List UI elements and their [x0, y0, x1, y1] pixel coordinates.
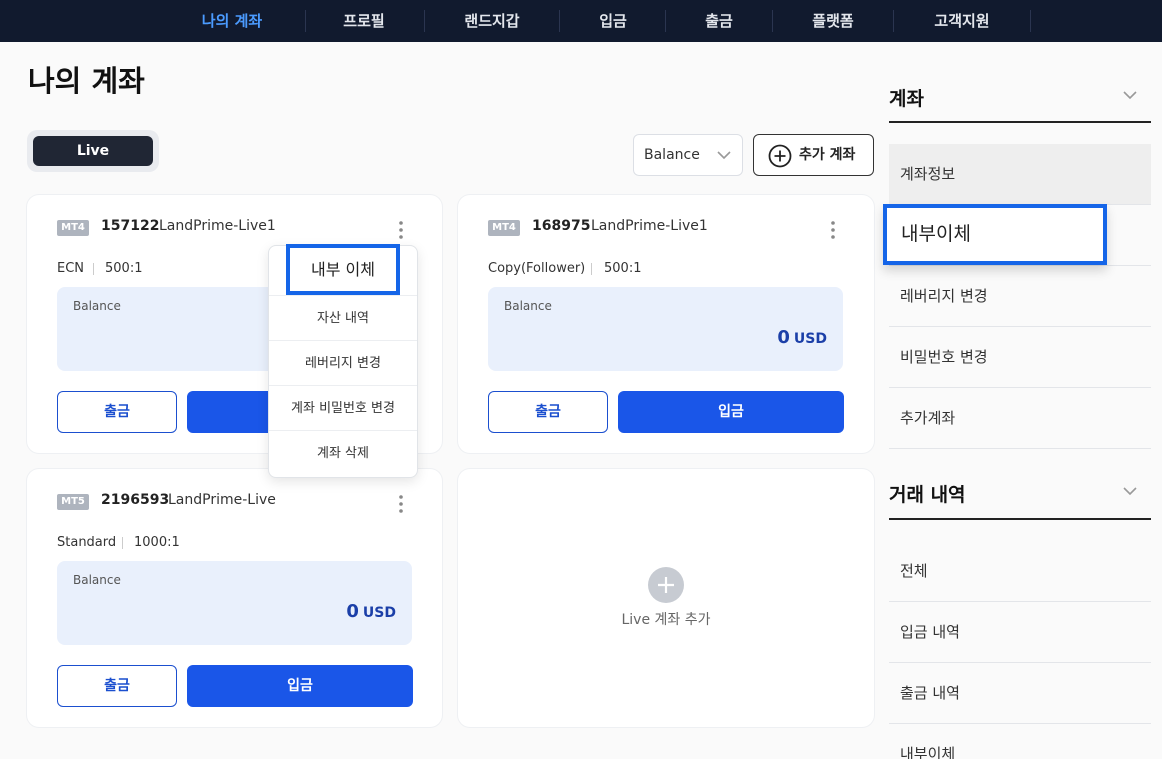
account-number: 168975 — [532, 218, 591, 234]
balance-box: Balance 0 USD — [488, 287, 843, 371]
account-type: Standard — [57, 535, 117, 550]
add-account-button[interactable]: 추가 계좌 — [753, 134, 874, 176]
balance-box: Balance 0 USD — [57, 561, 412, 645]
highlight-label: 내부 이체 — [311, 260, 375, 279]
sidebar-item-label: 전체 — [900, 562, 928, 580]
nav-wallet[interactable]: 랜드지갑 — [464, 0, 519, 42]
balance-amount: 0 USD — [346, 601, 396, 622]
nav-platform[interactable]: 플랫폼 — [812, 0, 853, 42]
server-name: LandPrime-Live1 — [159, 218, 276, 234]
leverage: 500:1 — [105, 261, 143, 276]
add-live-account-card[interactable]: Live 계좌 추가 — [458, 469, 874, 727]
nav-profile[interactable]: 프로필 — [343, 0, 384, 42]
more-options-icon[interactable] — [394, 493, 408, 515]
balance-label: Balance — [73, 573, 121, 587]
sidebar-section-history[interactable]: 거래 내역 — [889, 480, 966, 507]
highlight-sidebar-internal-transfer[interactable]: 내부이체 — [883, 204, 1107, 265]
balance-currency: USD — [362, 605, 396, 621]
sort-select[interactable]: Balance — [633, 134, 743, 176]
platform-badge: MT5 — [57, 494, 89, 510]
page-title: 나의 계좌 — [28, 64, 145, 98]
nav-divider — [772, 10, 773, 32]
divider — [122, 537, 123, 549]
nav-divider — [424, 10, 425, 32]
account-type: ECN — [57, 261, 85, 276]
sidebar-item-password[interactable]: 비밀번호 변경 — [889, 327, 1151, 388]
deposit-button[interactable]: 입금 — [618, 391, 844, 433]
plus-icon — [648, 567, 684, 603]
platform-badge: MT4 — [57, 220, 89, 236]
add-account-label: 추가 계좌 — [799, 147, 856, 163]
nav-deposit[interactable]: 입금 — [599, 0, 627, 42]
account-type-tabs: Live — [27, 130, 159, 172]
menu-item-delete-account[interactable]: 계좌 삭제 — [269, 430, 417, 475]
menu-item-change-password[interactable]: 계좌 비밀번호 변경 — [269, 385, 417, 430]
highlight-label: 내부이체 — [901, 223, 971, 245]
platform-badge: MT4 — [488, 220, 520, 236]
sidebar-item-label: 출금 내역 — [900, 684, 960, 702]
highlight-internal-transfer[interactable]: 내부 이체 — [286, 244, 400, 295]
withdraw-button[interactable]: 출금 — [57, 665, 177, 707]
withdraw-button[interactable]: 출금 — [488, 391, 608, 433]
menu-item-change-leverage[interactable]: 레버리지 변경 — [269, 340, 417, 385]
balance-label: Balance — [504, 299, 552, 313]
more-options-icon[interactable] — [394, 219, 408, 241]
nav-divider — [559, 10, 560, 32]
balance-value: 0 — [777, 327, 790, 348]
more-options-icon[interactable] — [826, 219, 840, 241]
balance-label: Balance — [73, 299, 121, 313]
server-name: LandPrime-Live — [168, 492, 276, 508]
nav-divider — [665, 10, 666, 32]
chevron-down-icon — [717, 151, 731, 160]
divider — [591, 263, 592, 275]
deposit-button[interactable]: 입금 — [187, 665, 413, 707]
account-card: MT4 168975 LandPrime-Live1 Copy(Follower… — [458, 195, 874, 453]
sidebar-item-label: 입금 내역 — [900, 623, 960, 641]
nav-divider — [305, 10, 306, 32]
sidebar-item-label: 계좌정보 — [900, 165, 956, 183]
balance-amount: 0 USD — [777, 327, 827, 348]
balance-currency: USD — [793, 331, 827, 347]
account-number: 157122 — [101, 218, 160, 234]
sidebar-item-label: 비밀번호 변경 — [900, 348, 988, 366]
plus-circle-icon — [768, 144, 792, 168]
add-live-account-label: Live 계좌 추가 — [621, 612, 711, 628]
account-card: MT5 2196593 LandPrime-Live Standard 1000… — [27, 469, 442, 727]
sort-select-value: Balance — [644, 147, 700, 163]
balance-value: 0 — [346, 601, 359, 622]
divider — [93, 263, 94, 275]
chevron-down-icon[interactable] — [1121, 86, 1139, 104]
sidebar-item-account-info[interactable]: 계좌정보 — [889, 144, 1151, 205]
sidebar-item-all[interactable]: 전체 — [889, 541, 1151, 602]
nav-withdraw[interactable]: 출금 — [705, 0, 733, 42]
sidebar-item-transfer-history[interactable]: 내부이체 — [889, 724, 1151, 759]
nav-my-account[interactable]: 나의 계좌 — [202, 0, 262, 42]
sidebar-item-add-account[interactable]: 추가계좌 — [889, 388, 1151, 449]
leverage: 1000:1 — [134, 535, 180, 550]
tab-live[interactable]: Live — [33, 136, 153, 166]
sidebar-item-deposit-history[interactable]: 입금 내역 — [889, 602, 1151, 663]
menu-item-asset-history[interactable]: 자산 내역 — [269, 295, 417, 340]
sidebar-section-account[interactable]: 계좌 — [889, 84, 924, 111]
sidebar-item-label: 레버리지 변경 — [900, 287, 988, 305]
chevron-down-icon[interactable] — [1121, 482, 1139, 500]
sidebar-item-withdraw-history[interactable]: 출금 내역 — [889, 663, 1151, 724]
section-divider — [889, 518, 1151, 520]
withdraw-button[interactable]: 출금 — [57, 391, 177, 433]
sidebar-item-leverage[interactable]: 레버리지 변경 — [889, 266, 1151, 327]
account-type: Copy(Follower) — [488, 261, 586, 276]
sidebar: 계좌 계좌정보 내부이체 레버리지 변경 비밀번호 변경 추가계좌 거래 내역 … — [889, 0, 1151, 759]
section-divider — [889, 121, 1151, 123]
leverage: 500:1 — [604, 261, 642, 276]
server-name: LandPrime-Live1 — [591, 218, 708, 234]
account-number: 2196593 — [101, 492, 170, 508]
sidebar-item-label: 추가계좌 — [900, 409, 956, 427]
sidebar-item-label: 내부이체 — [900, 745, 956, 759]
